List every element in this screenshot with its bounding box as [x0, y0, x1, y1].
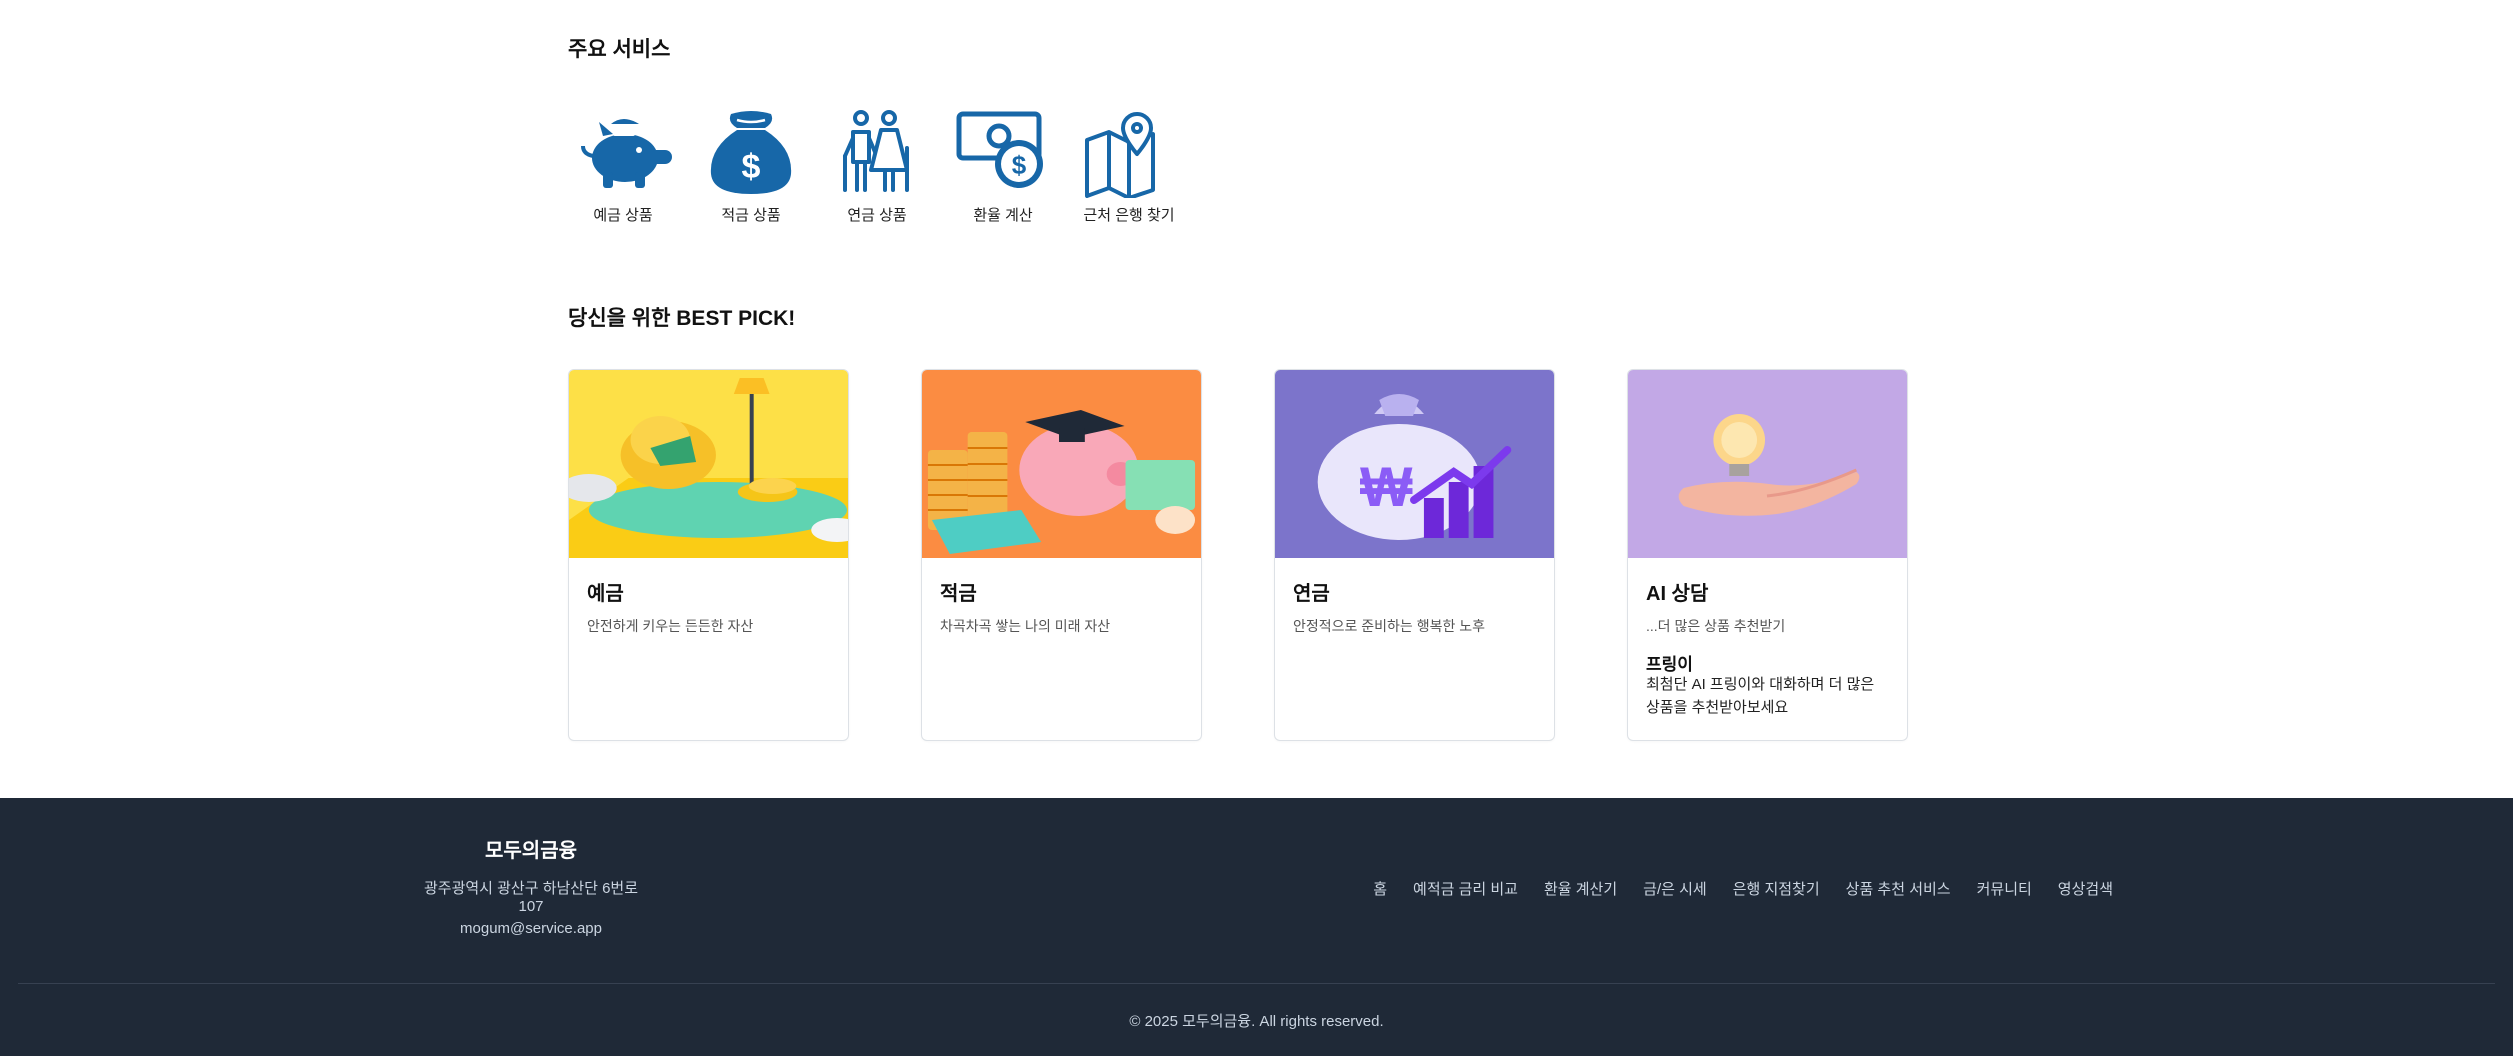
card-title: 연금 — [1293, 583, 1330, 605]
footer-link-exchange-calculator[interactable]: 환율 계산기 — [1544, 878, 1617, 899]
card-savings[interactable]: 적금 차곡차곡 쌓는 나의 미래 자산 — [921, 369, 1202, 741]
svg-text:$: $ — [1012, 150, 1027, 180]
best-pick-cards: 예금 안전하게 키우는 든든한 자산 적금 차곡차곡 쌓는 나의 미래 자산 ₩… — [568, 369, 1908, 741]
yellow-armchair-coins-illustration — [569, 370, 848, 558]
card-pension[interactable]: ₩ 연금 안정적으로 준비하는 행복한 노후 — [1274, 369, 1555, 741]
footer-copyright: © 2025 모두의금융. All rights reserved. — [1129, 1013, 1384, 1030]
card-ai-consult[interactable]: AI 상담 ...더 많은 상품 추천받기 프링이 최첨단 AI 프링이와 대화… — [1627, 369, 1908, 741]
service-exchange[interactable]: $ 환율 계산 — [948, 108, 1058, 225]
services-section-title: 주요 서비스 — [568, 38, 671, 61]
footer-brand: 모두의금융 광주광역시 광산구 하남산단 6번로 107 mogum@servi… — [410, 834, 652, 937]
ai-assistant-name: 프링이 — [1646, 655, 1693, 674]
footer-divider — [18, 983, 2495, 984]
service-label: 예금 상품 — [593, 207, 653, 224]
card-description: ...더 많은 상품 추천받기 — [1646, 618, 1786, 634]
money-bag-icon: $ — [710, 111, 792, 194]
service-bank-finder[interactable]: 근처 은행 찾기 — [1074, 108, 1184, 225]
service-label: 환율 계산 — [973, 207, 1033, 224]
footer-address: 광주광역시 광산구 하남산단 6번로 107 — [423, 880, 639, 915]
site-footer: 모두의금융 광주광역시 광산구 하남산단 6번로 107 mogum@servi… — [0, 798, 2513, 1056]
card-title: 예금 — [587, 583, 624, 605]
service-deposit[interactable]: 예금 상품 — [568, 108, 678, 225]
footer-link-rate-compare[interactable]: 예적금 금리 비교 — [1413, 878, 1518, 899]
piggy-bank-icon — [581, 119, 672, 188]
piggy-bank-graduation-illustration — [922, 370, 1201, 558]
service-label: 적금 상품 — [721, 207, 781, 224]
footer-link-home[interactable]: 홈 — [1373, 878, 1387, 899]
service-label: 근처 은행 찾기 — [1083, 207, 1175, 224]
footer-link-video-search[interactable]: 영상검색 — [2058, 878, 2113, 899]
card-deposit[interactable]: 예금 안전하게 키우는 든든한 자산 — [568, 369, 849, 741]
footer-link-branch-finder[interactable]: 은행 지점찾기 — [1733, 878, 1820, 899]
service-pension[interactable]: 연금 상품 — [822, 108, 932, 225]
card-description: 안정적으로 준비하는 행복한 노후 — [1293, 618, 1485, 634]
best-pick-section-title: 당신을 위한 BEST PICK! — [568, 307, 796, 330]
card-description: 안전하게 키우는 든든한 자산 — [587, 618, 754, 634]
ai-assistant-description: 최첨단 AI 프링이와 대화하며 더 많은 상품을 추천받아보세요 — [1646, 676, 1875, 716]
elderly-couple-icon — [843, 110, 909, 192]
footer-link-gold-silver[interactable]: 금/은 시세 — [1643, 878, 1707, 899]
services-grid: 예금 상품 $ 적금 상품 연금 상품 $ 환율 계산 근처 은행 찾기 — [568, 108, 1268, 238]
svg-text:$: $ — [742, 148, 761, 186]
service-label: 연금 상품 — [847, 207, 907, 224]
footer-email: mogum@service.app — [460, 920, 602, 937]
cash-exchange-icon: $ — [956, 111, 1043, 188]
won-money-bag-chart-illustration: ₩ — [1275, 370, 1554, 558]
service-savings[interactable]: $ 적금 상품 — [696, 108, 806, 225]
main-content: 주요 서비스 예금 상품 $ 적금 상품 연금 상품 $ 환율 계산 근처 은행… — [568, 0, 1968, 798]
footer-link-community[interactable]: 커뮤니티 — [1977, 878, 2032, 899]
footer-link-recommendation[interactable]: 상품 추천 서비스 — [1846, 878, 1951, 899]
footer-nav: 홈 예적금 금리 비교 환율 계산기 금/은 시세 은행 지점찾기 상품 추천 … — [1373, 878, 2113, 899]
map-pin-icon — [1085, 112, 1155, 198]
card-title: AI 상담 — [1646, 583, 1709, 605]
card-title: 적금 — [940, 583, 977, 605]
hand-lightbulb-illustration — [1628, 370, 1907, 558]
footer-brand-name: 모두의금융 — [485, 840, 577, 862]
svg-text:₩: ₩ — [1360, 455, 1413, 518]
card-description: 차곡차곡 쌓는 나의 미래 자산 — [940, 618, 1111, 634]
